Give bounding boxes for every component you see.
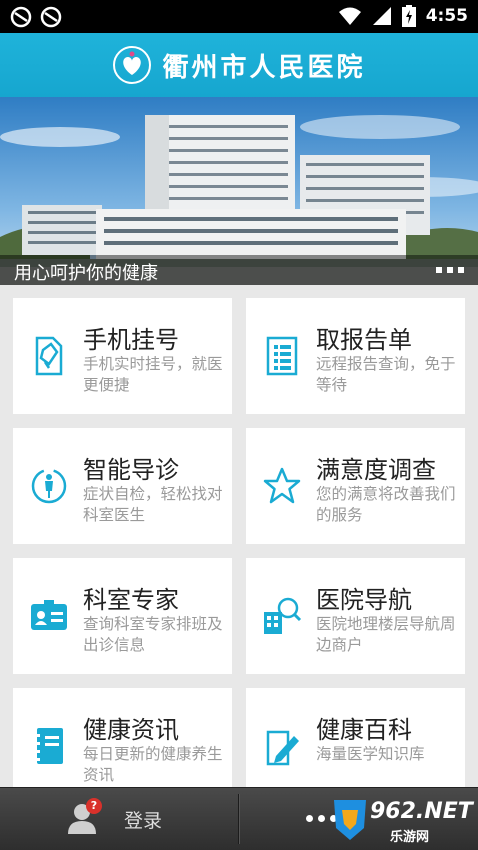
carousel-dot[interactable] xyxy=(447,267,453,273)
card-desc: 症状自检，轻松找对科室医生 xyxy=(83,485,223,524)
status-bar: 4:55 xyxy=(0,0,478,33)
app-header: 衢州市人民医院 xyxy=(0,33,478,97)
carousel-indicator[interactable] xyxy=(436,267,464,273)
report-document-icon xyxy=(266,336,298,376)
menu-card-hospital-navigation[interactable]: 医院导航 医院地理楼层导航周边商户 xyxy=(246,558,465,674)
login-label: 登录 xyxy=(124,810,163,832)
id-card-icon xyxy=(31,600,67,630)
card-title: 智能导诊 xyxy=(83,456,179,484)
card-desc: 医院地理楼层导航周边商户 xyxy=(316,615,456,654)
card-title: 科室专家 xyxy=(83,586,179,614)
watermark-subtext: 乐游网 xyxy=(390,830,430,845)
more-dot xyxy=(318,815,325,822)
menu-grid: 手机挂号 手机实时挂号，就医更便捷 取报告单 远程报告查询，免于等待 智能导诊 … xyxy=(13,298,466,804)
card-desc: 手机实时挂号，就医更便捷 xyxy=(83,355,223,394)
card-desc: 查询科室专家排班及出诊信息 xyxy=(83,615,223,654)
card-desc: 您的满意将改善我们的服务 xyxy=(316,485,456,524)
card-desc: 每日更新的健康养生资讯 xyxy=(83,745,223,784)
notification-badge: ? xyxy=(86,798,102,814)
banner-carousel[interactable]: 用心呵护你的健康 xyxy=(0,97,478,285)
carousel-dot[interactable] xyxy=(458,267,464,273)
phone-register-icon xyxy=(35,336,63,376)
carousel-dot[interactable] xyxy=(436,267,442,273)
card-title: 手机挂号 xyxy=(83,326,179,354)
body-guide-icon xyxy=(31,468,67,504)
banner-caption: 用心呵护你的健康 xyxy=(14,263,158,284)
card-title: 医院导航 xyxy=(316,586,412,614)
app-title: 衢州市人民医院 xyxy=(162,52,366,83)
watermark-logo: 962.NET 乐游网 xyxy=(330,791,475,847)
menu-card-get-report[interactable]: 取报告单 远程报告查询，免于等待 xyxy=(246,298,465,414)
more-dot xyxy=(306,815,313,822)
sync-icon xyxy=(40,6,62,28)
wifi-icon xyxy=(338,7,361,25)
divider xyxy=(238,794,239,844)
card-desc: 远程报告查询，免于等待 xyxy=(316,355,456,394)
status-time: 4:55 xyxy=(425,6,468,26)
signal-icon xyxy=(372,7,391,25)
watermark-text: 962.NET xyxy=(370,799,473,824)
notebook-icon xyxy=(34,728,63,764)
card-title: 取报告单 xyxy=(316,326,412,354)
battery-charging-icon xyxy=(401,5,416,27)
menu-card-mobile-register[interactable]: 手机挂号 手机实时挂号，就医更便捷 xyxy=(13,298,232,414)
bottom-bar: ? 登录 962.NET 乐游网 xyxy=(0,787,478,850)
hospital-logo-icon xyxy=(113,46,152,84)
sync-icon xyxy=(10,6,32,28)
card-title: 健康百科 xyxy=(316,716,412,744)
watermark-shield-icon xyxy=(334,800,366,840)
card-title: 健康资讯 xyxy=(83,716,179,744)
star-icon xyxy=(263,467,301,504)
login-button[interactable]: ? 登录 xyxy=(0,788,238,850)
banner-caption-bar: 用心呵护你的健康 xyxy=(0,255,478,285)
pen-document-icon xyxy=(266,730,299,766)
card-title: 满意度调查 xyxy=(316,456,436,484)
card-desc: 海量医学知识库 xyxy=(316,745,425,763)
menu-card-department-experts[interactable]: 科室专家 查询科室专家排班及出诊信息 xyxy=(13,558,232,674)
menu-card-satisfaction-survey[interactable]: 满意度调查 您的满意将改善我们的服务 xyxy=(246,428,465,544)
building-search-icon xyxy=(264,597,302,634)
menu-card-smart-guide[interactable]: 智能导诊 症状自检，轻松找对科室医生 xyxy=(13,428,232,544)
